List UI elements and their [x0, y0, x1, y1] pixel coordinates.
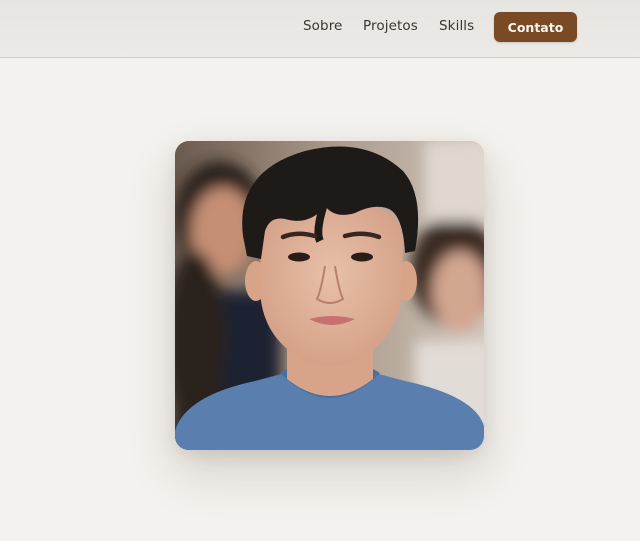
nav-link-skills[interactable]: Skills: [439, 18, 474, 34]
hero-section: [0, 59, 640, 540]
nav-link-projetos[interactable]: Projetos: [363, 18, 418, 34]
profile-photo: [175, 141, 484, 450]
nav-link-sobre[interactable]: Sobre: [303, 18, 342, 34]
contato-button[interactable]: Contato: [494, 12, 577, 42]
top-navbar: Sobre Projetos Skills Contato: [0, 0, 640, 58]
profile-photo-image: [175, 141, 484, 450]
